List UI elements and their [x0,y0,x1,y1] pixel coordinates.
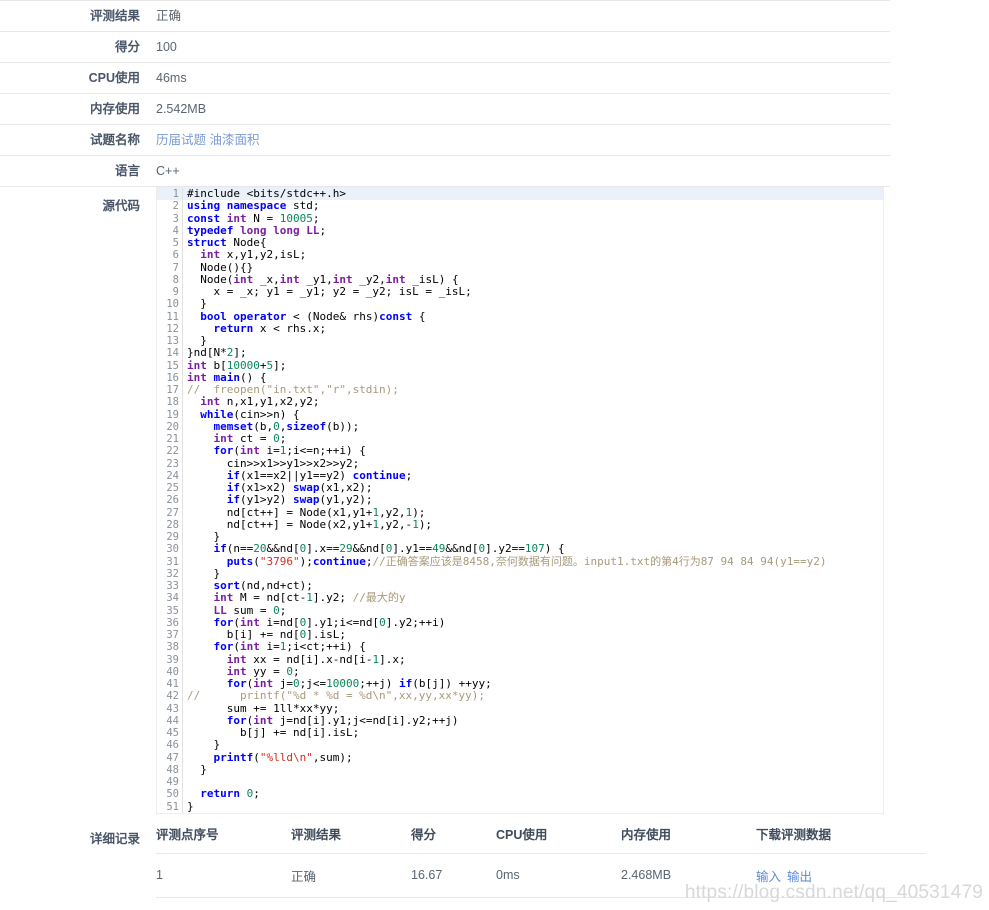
summary-value-problem-name: 历届试题 油漆面积 [140,125,259,155]
cell-cpu: 0ms [496,897,621,910]
summary-label-language: 语言 [114,164,140,178]
detail-records-label: 详细记录 [89,831,140,846]
problem-name-link[interactable]: 历届试题 油漆面积 [156,133,259,147]
cell-result: 正确 [291,897,411,910]
download-input-link[interactable]: 输入 [756,870,781,884]
cell-index: 2 [156,897,291,910]
download-output-link[interactable]: 输出 [787,870,812,884]
summary-label-score: 得分 [114,40,140,54]
summary-row-memory: 内存使用 2.542MB [0,94,890,125]
table-row: 2 正确 16.67 0ms 2.382MB 输入输出 [156,897,926,910]
source-code-text: #include <bits/stdc++.h> using namespace … [157,188,883,813]
summary-value-cpu: 46ms [156,71,187,85]
detail-records-section: 详细记录 评测点序号 评测结果 得分 CPU使用 内存使用 下载评测数据 1 正… [0,813,930,910]
col-header-download: 下载评测数据 [756,813,926,854]
summary-row-source-code: 源代码 #include <bits/stdc++.h> using namesp… [0,187,890,814]
table-row: 1 正确 16.67 0ms 2.468MB 输入 输出 [156,853,926,898]
summary-label-memory: 内存使用 [89,102,140,116]
cell-score: 16.67 [411,897,496,910]
col-header-cpu: CPU使用 [496,813,621,854]
summary-value-language: C++ [156,164,180,178]
cell-index: 1 [156,853,291,898]
cell-memory: 2.382MB [621,897,756,910]
summary-value-score: 100 [156,40,177,54]
table-header-row: 评测点序号 评测结果 得分 CPU使用 内存使用 下载评测数据 [156,813,926,854]
col-header-result: 评测结果 [291,813,411,854]
cell-download: 输入输出 [756,853,926,898]
summary-value-result: 正确 [156,9,182,23]
summary-value-memory: 2.542MB [156,102,207,116]
cell-result: 正确 [291,853,411,898]
summary-label-cpu: CPU使用 [88,71,140,85]
cell-cpu: 0ms [496,853,621,898]
summary-label-problem-name: 试题名称 [89,133,140,147]
detail-records-table: 评测点序号 评测结果 得分 CPU使用 内存使用 下载评测数据 1 正确 16.… [156,813,926,910]
submission-summary: 评测结果 正确 得分 100 CPU使用 46ms 内存使用 2.542MB 试… [0,0,890,814]
page-content: 评测结果 正确 得分 100 CPU使用 46ms 内存使用 2.542MB 试… [0,0,989,910]
col-header-memory: 内存使用 [621,813,756,854]
summary-row-language: 语言 C++ [0,156,890,187]
summary-label-source-code: 源代码 [102,199,140,213]
summary-row-result: 评测结果 正确 [0,0,890,32]
source-code-viewer[interactable]: #include <bits/stdc++.h> using namespace … [156,187,884,814]
summary-row-cpu: CPU使用 46ms [0,63,890,94]
cell-score: 16.67 [411,853,496,898]
submission-result-page: 评测结果 正确 得分 100 CPU使用 46ms 内存使用 2.542MB 试… [0,0,989,910]
summary-row-score: 得分 100 [0,32,890,63]
summary-row-problem-name: 试题名称 历届试题 油漆面积 [0,125,890,156]
summary-label-result: 评测结果 [89,9,140,23]
cell-memory: 2.468MB [621,853,756,898]
col-header-index: 评测点序号 [156,813,291,854]
cell-download: 输入输出 [756,897,926,910]
col-header-score: 得分 [411,813,496,854]
